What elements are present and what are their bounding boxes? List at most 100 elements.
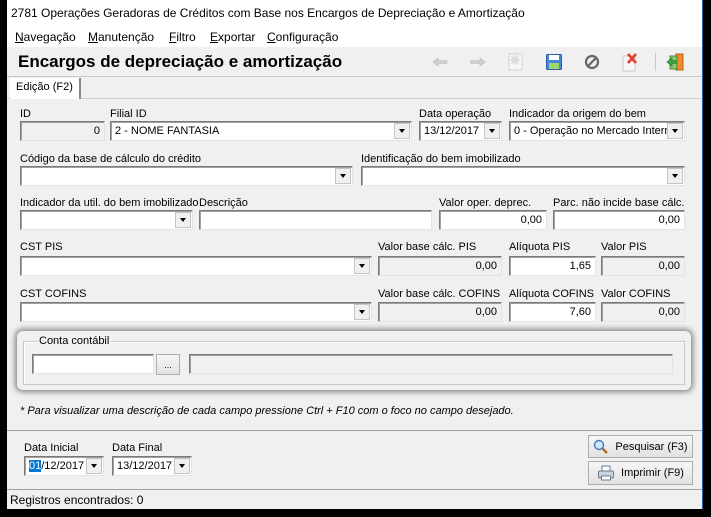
chevron-down-icon[interactable]: [667, 168, 683, 184]
parc-nao-incide-input[interactable]: 0,00: [553, 210, 685, 230]
cancel-button[interactable]: [581, 52, 603, 72]
valor-oper-label: Valor oper. deprec.: [439, 197, 532, 209]
menu-label: avegação: [23, 30, 76, 44]
valor-oper-input[interactable]: 0,00: [439, 210, 547, 230]
identificacao-bem-select[interactable]: [361, 166, 685, 186]
status-bar: Registros encontrados: 0: [7, 489, 702, 509]
data-inicial-picker[interactable]: 01/12/2017: [24, 456, 104, 476]
valor-base-pis-field[interactable]: 0,00: [378, 256, 502, 276]
aliquota-cofins-input[interactable]: 7,60: [509, 302, 596, 322]
indicador-origem-label: Indicador da origem do bem: [509, 108, 646, 120]
save-button[interactable]: [543, 52, 565, 72]
valor-base-cofins-label: Valor base cálc. COFINS: [378, 288, 501, 300]
save-icon: [546, 54, 562, 70]
chevron-down-icon[interactable]: [394, 123, 410, 139]
data-operacao-value: 13/12/2017: [424, 125, 480, 137]
tab-edicao[interactable]: Edição (F2): [10, 78, 81, 99]
exit-icon: [666, 53, 684, 71]
app-window: 2781 Operações Geradoras de Créditos com…: [7, 0, 703, 509]
valor-cofins-label: Valor COFINS: [601, 288, 671, 300]
next-button[interactable]: [467, 52, 489, 72]
data-inicial-selected-part: 01: [29, 460, 42, 472]
descricao-label: Descrição: [199, 197, 248, 209]
cst-pis-label: CST PIS: [20, 241, 63, 253]
menu-accel: M: [88, 30, 98, 44]
menu-configuracao[interactable]: Configuração: [267, 30, 338, 44]
indicador-origem-select[interactable]: 0 - Operação no Mercado Intern: [509, 121, 685, 141]
filial-label: Filial ID: [110, 108, 147, 120]
data-operacao-picker[interactable]: 13/12/2017: [419, 121, 502, 141]
delete-icon: [622, 53, 637, 72]
menu-manutencao[interactable]: Manutenção: [88, 30, 154, 44]
new-record-icon: [508, 53, 523, 71]
data-final-value: 13/12/2017: [117, 460, 173, 472]
chevron-down-icon[interactable]: [354, 258, 370, 274]
conta-contabil-legend: Conta contábil: [37, 335, 112, 347]
conta-contabil-description-field[interactable]: [189, 354, 673, 374]
previous-button[interactable]: [429, 52, 451, 72]
menu-accel: C: [267, 30, 276, 44]
chevron-down-icon[interactable]: [335, 168, 351, 184]
menu-filtro[interactable]: Filtro: [169, 30, 196, 44]
delete-button[interactable]: [619, 52, 641, 72]
cancel-icon: [584, 54, 600, 70]
search-icon: [594, 439, 609, 454]
codigo-base-select[interactable]: [20, 166, 353, 186]
menu-exportar[interactable]: Exportar: [210, 30, 255, 44]
data-operacao-label: Data operação: [419, 108, 492, 120]
menu-label: iltro: [176, 30, 196, 44]
menu-navegacao[interactable]: Navegação: [15, 30, 76, 44]
conta-contabil-code-input[interactable]: [32, 354, 154, 374]
chevron-down-icon[interactable]: [354, 304, 370, 320]
printer-icon: [598, 465, 615, 481]
valor-pis-field[interactable]: 0,00: [601, 256, 685, 276]
print-button[interactable]: Imprimir (F9): [588, 461, 693, 485]
indicador-origem-value: 0 - Operação no Mercado Intern: [514, 125, 671, 137]
indicador-util-select[interactable]: [20, 210, 193, 230]
aliquota-pis-label: Alíquota PIS: [509, 241, 571, 253]
page-title: Encargos de depreciação e amortização: [18, 52, 343, 71]
codigo-base-label: Código da base de cálculo do crédito: [20, 153, 202, 165]
filter-panel: Data Inicial 01/12/2017 Data Final 13/12…: [7, 430, 702, 488]
data-final-label: Data Final: [112, 442, 163, 454]
chevron-down-icon[interactable]: [86, 458, 102, 474]
cst-pis-select[interactable]: [20, 256, 372, 276]
descricao-input[interactable]: [199, 210, 432, 230]
window-title: 2781 Operações Geradoras de Créditos com…: [7, 0, 702, 27]
menu-bar: Navegação Manutenção Filtro Exportar Con…: [7, 27, 702, 47]
aliquota-cofins-label: Alíquota COFINS: [509, 288, 594, 300]
chevron-down-icon[interactable]: [174, 458, 190, 474]
indicador-util-label: Indicador da util. do bem imobilizado: [20, 197, 199, 209]
page-header: Encargos de depreciação e amortização: [7, 47, 702, 77]
chevron-down-icon[interactable]: [484, 123, 500, 139]
menu-accel: N: [15, 30, 24, 44]
chevron-down-icon[interactable]: [667, 123, 683, 139]
aliquota-pis-input[interactable]: 1,65: [509, 256, 596, 276]
data-final-picker[interactable]: 13/12/2017: [112, 456, 192, 476]
print-button-label: Imprimir (F9): [621, 467, 684, 479]
search-button-label: Pesquisar (F3): [615, 440, 688, 453]
menu-label: onfiguração: [275, 30, 339, 44]
chevron-down-icon[interactable]: [175, 212, 191, 228]
filial-select[interactable]: 2 - NOME FANTASIA: [110, 121, 412, 141]
valor-base-cofins-field[interactable]: 0,00: [378, 302, 502, 322]
tab-strip: Edição (F2): [7, 78, 702, 99]
search-button[interactable]: Pesquisar (F3): [588, 435, 693, 458]
exit-button[interactable]: [665, 52, 687, 72]
parc-nao-incide-label: Parc. não incide base cálc.: [553, 197, 685, 209]
toolbar-separator: [655, 53, 656, 71]
id-field[interactable]: 0: [20, 121, 105, 141]
cst-cofins-select[interactable]: [20, 302, 372, 322]
previous-icon: [432, 57, 448, 67]
cst-cofins-label: CST COFINS: [20, 288, 87, 300]
new-record-button[interactable]: [504, 52, 526, 72]
valor-cofins-field[interactable]: 0,00: [601, 302, 685, 322]
valor-pis-label: Valor PIS: [601, 241, 647, 253]
menu-accel: E: [210, 30, 219, 44]
id-label: ID: [20, 108, 31, 120]
menu-label: xportar: [218, 30, 256, 44]
menu-label: anutenção: [98, 30, 155, 44]
conta-contabil-lookup-button[interactable]: ...: [156, 354, 180, 375]
valor-base-pis-label: Valor base cálc. PIS: [378, 241, 477, 253]
identificacao-bem-label: Identificação do bem imobilizado: [361, 153, 521, 165]
